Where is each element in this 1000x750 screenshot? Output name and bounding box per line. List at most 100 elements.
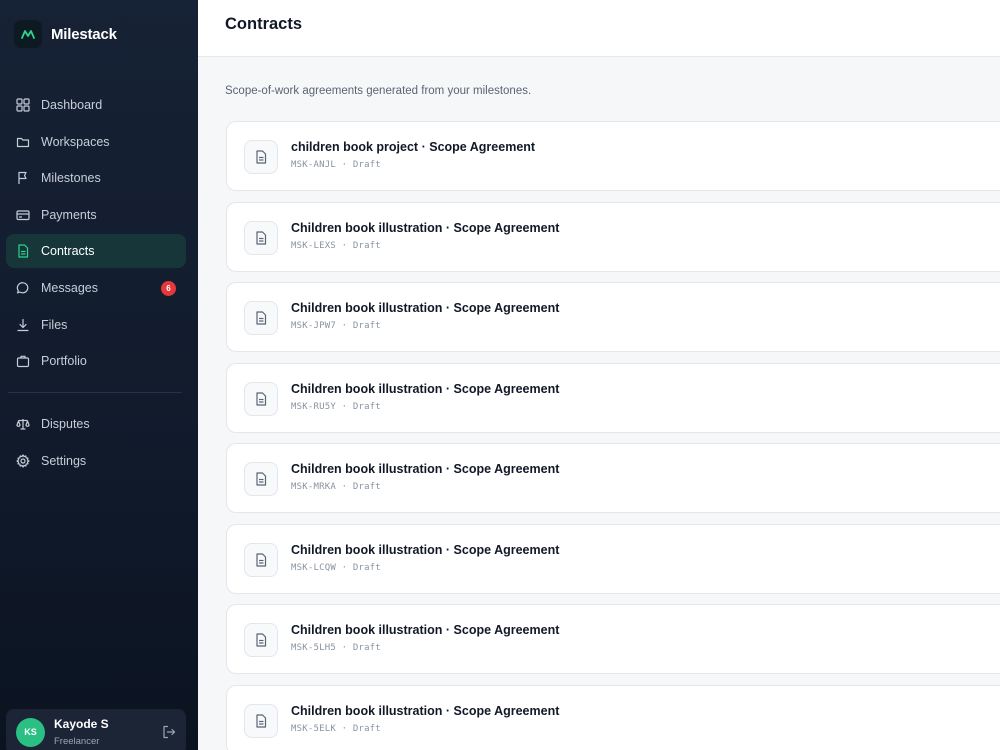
title-separator: · bbox=[445, 301, 451, 315]
title-separator: · bbox=[421, 140, 426, 154]
contract-meta: MSK-JPW7 · Draft bbox=[291, 321, 381, 331]
sidebar-item-workspaces[interactable]: Workspaces bbox=[6, 125, 186, 159]
contract-type: Scope Agreement bbox=[453, 381, 560, 396]
meta-separator: · bbox=[341, 401, 348, 412]
gear-icon bbox=[16, 453, 30, 468]
contract-project: children book project bbox=[291, 140, 419, 154]
contract-id: MSK-JPW7 bbox=[291, 321, 336, 331]
contract-status: Draft bbox=[352, 482, 381, 492]
contract-project: Children book illustration bbox=[291, 220, 443, 235]
document-icon bbox=[244, 542, 278, 577]
title-separator: · bbox=[445, 220, 451, 235]
sidebar-item-label: Files bbox=[41, 317, 68, 332]
document-icon bbox=[16, 244, 30, 258]
contract-project: Children book illustration bbox=[291, 703, 443, 718]
briefcase-icon bbox=[16, 354, 30, 368]
contract-status: Draft bbox=[352, 723, 381, 734]
contract-meta: MSK-LCQW · Draft bbox=[291, 563, 381, 573]
contract-card[interactable]: Children book illustration · Scope Agree… bbox=[226, 523, 1000, 594]
contract-title: children book project · Scope Agreement bbox=[291, 140, 535, 154]
contract-card[interactable]: Children book illustration · Scope Agree… bbox=[226, 443, 1000, 513]
sidebar-item-milestones[interactable]: Milestones bbox=[6, 161, 186, 195]
folder-icon bbox=[16, 135, 30, 149]
sidebar-item-dashboard[interactable]: Dashboard bbox=[6, 88, 186, 122]
contract-card[interactable]: Children book illustration · Scope Agree… bbox=[226, 201, 1000, 272]
user-card[interactable]: KS Kayode S Freelancer bbox=[6, 709, 186, 750]
contract-project: Children book illustration bbox=[291, 542, 443, 557]
document-icon bbox=[244, 381, 278, 416]
sidebar-item-label: Disputes bbox=[41, 417, 90, 431]
brand[interactable]: Milestack bbox=[14, 20, 117, 48]
sidebar-item-label: Payments bbox=[41, 207, 97, 222]
credit-card-icon bbox=[16, 208, 30, 222]
flag-icon bbox=[16, 171, 30, 185]
sidebar-nav: Dashboard Workspaces Milestones Payments… bbox=[6, 88, 186, 381]
brand-name: Milestack bbox=[51, 25, 117, 43]
page-title: Contracts bbox=[225, 15, 303, 33]
sidebar-item-label: Workspaces bbox=[41, 134, 110, 149]
sidebar-item-payments[interactable]: Payments bbox=[6, 198, 186, 232]
meta-separator: · bbox=[341, 562, 348, 573]
document-icon bbox=[244, 703, 278, 738]
contract-status: Draft bbox=[352, 643, 381, 653]
logout-icon[interactable] bbox=[162, 725, 176, 739]
document-icon bbox=[244, 623, 278, 657]
sidebar-item-settings[interactable]: Settings bbox=[6, 444, 186, 478]
contract-status: Draft bbox=[352, 401, 381, 412]
sidebar-item-files[interactable]: Files bbox=[6, 308, 186, 342]
user-name: Kayode S bbox=[54, 717, 109, 731]
chat-icon bbox=[16, 281, 30, 295]
milestack-logo-icon bbox=[14, 20, 42, 48]
dashboard-icon bbox=[16, 98, 30, 112]
meta-separator: · bbox=[341, 643, 348, 653]
contract-card[interactable]: Children book illustration · Scope Agree… bbox=[226, 282, 1000, 352]
title-separator: · bbox=[445, 623, 451, 637]
contract-title: Children book illustration · Scope Agree… bbox=[291, 623, 559, 637]
sidebar-item-label: Messages bbox=[41, 280, 98, 295]
scale-icon bbox=[16, 417, 30, 431]
contract-project: Children book illustration bbox=[291, 623, 443, 637]
sidebar-secondary-nav: Disputes Settings bbox=[6, 407, 186, 480]
contract-status: Draft bbox=[352, 240, 381, 251]
contract-meta: MSK-RU5Y · Draft bbox=[291, 402, 381, 412]
avatar: KS bbox=[16, 717, 45, 747]
meta-separator: · bbox=[341, 160, 348, 170]
contract-id: MSK-LCQW bbox=[291, 562, 336, 573]
contract-type: Scope Agreement bbox=[453, 623, 560, 637]
user-role: Freelancer bbox=[54, 736, 100, 747]
contract-meta: MSK-5ELK · Draft bbox=[291, 724, 381, 734]
contract-card[interactable]: Children book illustration · Scope Agree… bbox=[226, 684, 1000, 750]
contract-id: MSK-5LH5 bbox=[291, 643, 336, 653]
contract-meta: MSK-5LH5 · Draft bbox=[291, 643, 381, 653]
sidebar-item-label: Settings bbox=[41, 453, 87, 468]
contract-title: Children book illustration · Scope Agree… bbox=[291, 382, 559, 396]
contract-type: Scope Agreement bbox=[453, 301, 560, 315]
contract-type: Scope Agreement bbox=[453, 220, 560, 235]
contract-card[interactable]: children book project · Scope Agreement … bbox=[226, 121, 1000, 191]
contract-title: Children book illustration · Scope Agree… bbox=[291, 462, 559, 476]
contract-title: Children book illustration · Scope Agree… bbox=[291, 221, 559, 235]
contract-id: MSK-LEXS bbox=[291, 240, 336, 251]
contract-project: Children book illustration bbox=[291, 462, 443, 476]
contract-card[interactable]: Children book illustration · Scope Agree… bbox=[226, 362, 1000, 433]
contract-project: Children book illustration bbox=[291, 381, 443, 396]
contract-type: Scope Agreement bbox=[429, 140, 536, 154]
title-separator: · bbox=[445, 703, 451, 718]
document-icon bbox=[244, 462, 278, 496]
sidebar-item-messages[interactable]: Messages 6 bbox=[6, 271, 186, 305]
title-separator: · bbox=[445, 462, 451, 476]
contract-project: Children book illustration bbox=[291, 301, 443, 315]
sidebar-item-label: Portfolio bbox=[41, 354, 87, 369]
contract-type: Scope Agreement bbox=[453, 542, 560, 557]
contract-title: Children book illustration · Scope Agree… bbox=[291, 543, 559, 557]
sidebar-item-contracts[interactable]: Contracts bbox=[6, 234, 186, 269]
sidebar-item-label: Milestones bbox=[41, 171, 101, 186]
contract-title: Children book illustration · Scope Agree… bbox=[291, 301, 559, 315]
contract-card[interactable]: Children book illustration · Scope Agree… bbox=[226, 604, 1000, 674]
sidebar-item-disputes[interactable]: Disputes bbox=[6, 407, 186, 441]
contract-meta: MSK-ANJL · Draft bbox=[291, 160, 381, 170]
top-bar: Contracts bbox=[198, 0, 1000, 57]
contract-type: Scope Agreement bbox=[453, 703, 560, 718]
download-icon bbox=[16, 318, 30, 332]
sidebar-item-portfolio[interactable]: Portfolio bbox=[6, 344, 186, 378]
